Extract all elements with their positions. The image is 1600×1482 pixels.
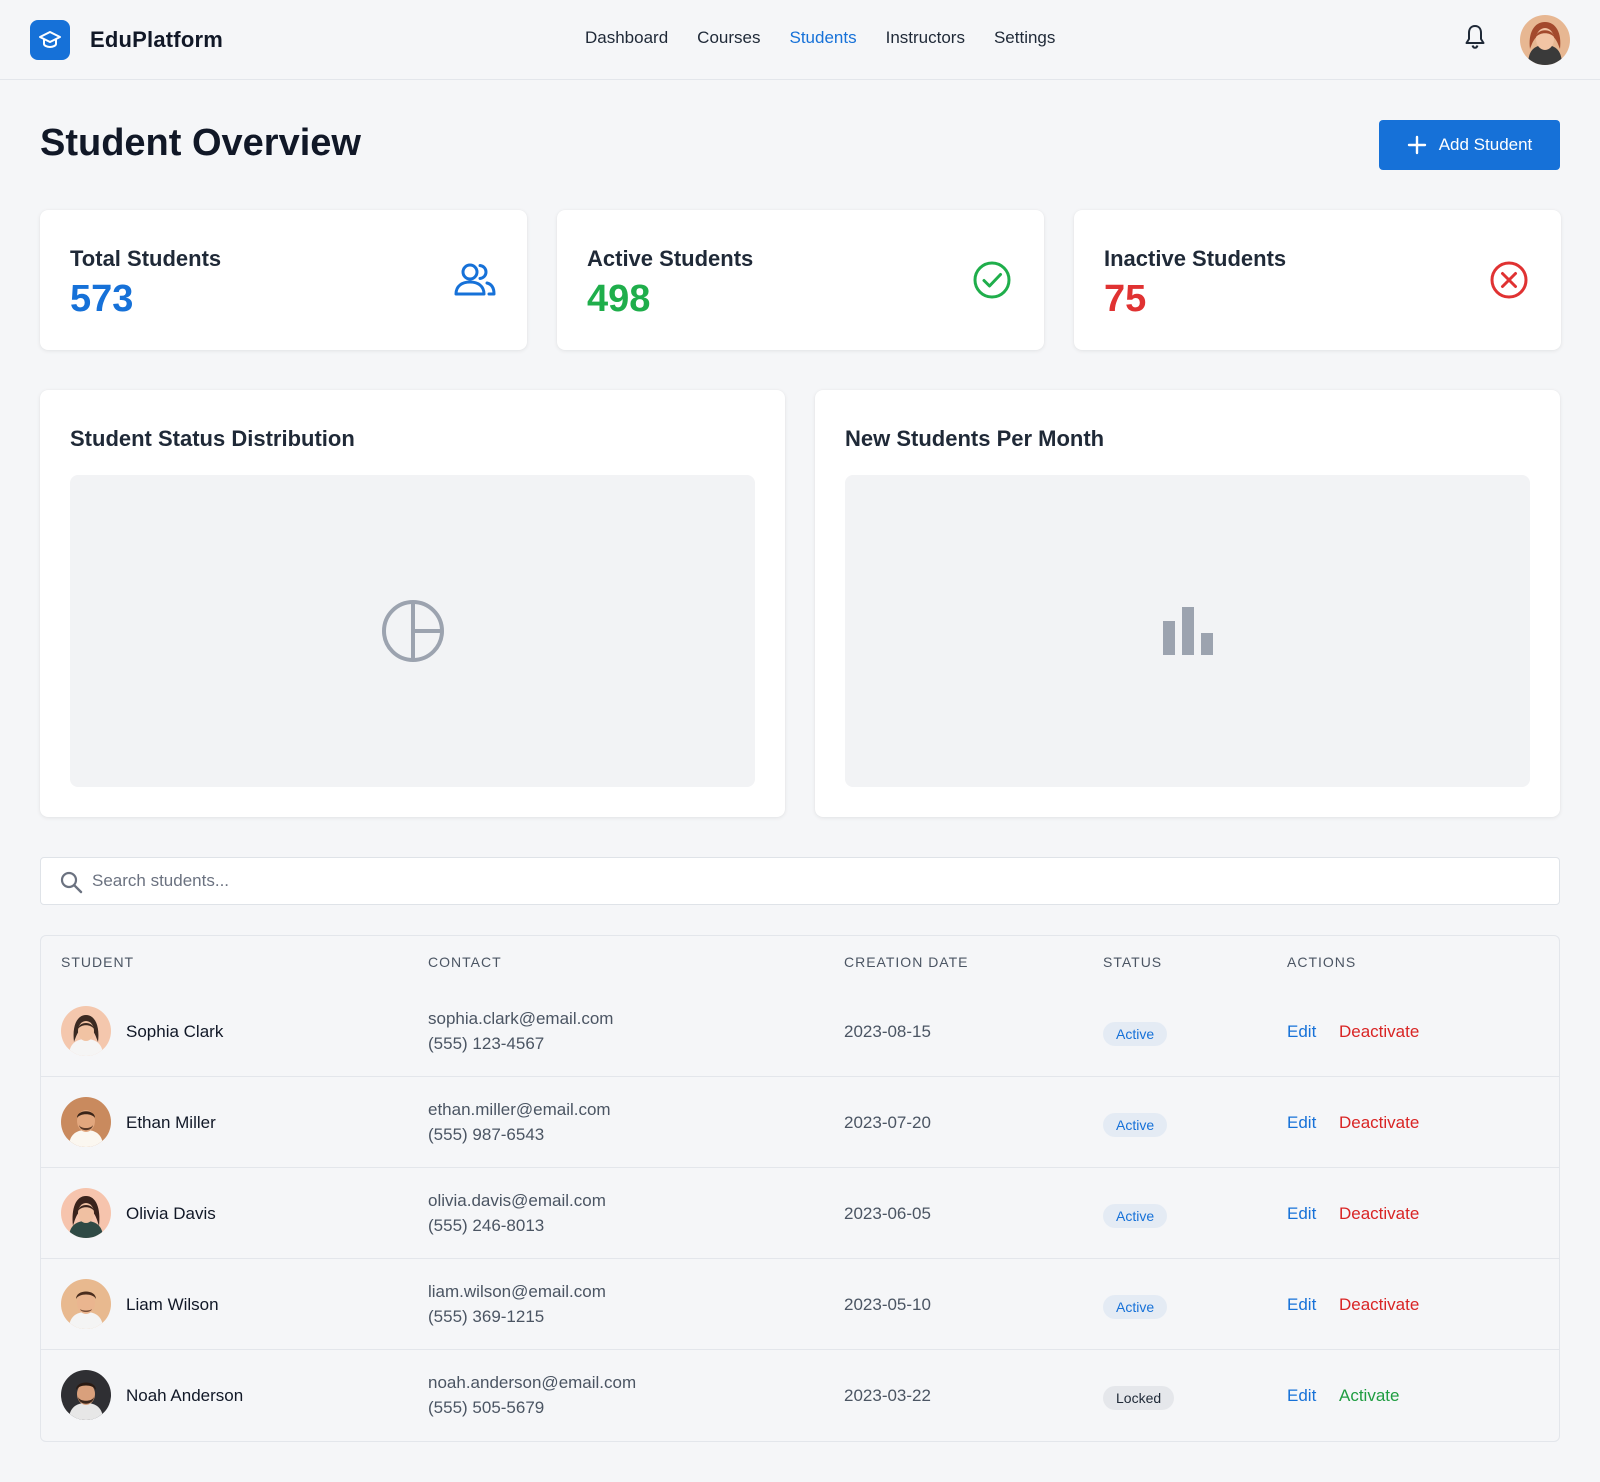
inactive-students-label: Inactive Students: [1104, 246, 1287, 271]
student-name: Olivia Davis: [126, 1204, 216, 1223]
column-header-status: Status: [1103, 954, 1163, 970]
search-icon: [60, 871, 83, 894]
new-students-chart: [845, 475, 1530, 787]
check-circle-icon: [970, 258, 1014, 302]
bell-icon[interactable]: [1462, 22, 1488, 52]
student-email: sophia.clark@email.com: [428, 1009, 614, 1028]
student-email: ethan.miller@email.com: [428, 1100, 611, 1119]
nav-dashboard[interactable]: Dashboard: [585, 28, 668, 48]
status-badge: Active: [1103, 1022, 1168, 1046]
edit-link[interactable]: Edit: [1287, 1022, 1316, 1042]
status-distribution-chart: [70, 475, 755, 787]
search-input[interactable]: [91, 858, 1541, 904]
x-circle-icon: [1487, 258, 1531, 302]
status-badge: Active: [1103, 1113, 1168, 1137]
bar-chart-icon: [1162, 607, 1213, 655]
student-avatar: [61, 1279, 111, 1329]
active-students-card: Active Students 498: [557, 210, 1044, 350]
student-avatar: [61, 1188, 111, 1238]
column-header-contact: Contact: [428, 954, 502, 970]
student-name: Noah Anderson: [126, 1386, 244, 1405]
pie-chart-icon: [381, 600, 444, 662]
student-name: Sophia Clark: [126, 1022, 224, 1041]
student-avatar: [61, 1097, 111, 1147]
student-avatar: [61, 1370, 111, 1420]
table-row: Olivia Davis olivia.davis@email.com (555…: [41, 1168, 1559, 1259]
edit-link[interactable]: Edit: [1287, 1295, 1316, 1315]
deactivate-link[interactable]: Deactivate: [1339, 1113, 1419, 1133]
active-students-value: 498: [587, 278, 651, 320]
main-nav: Dashboard Courses Students Instructors S…: [585, 28, 1055, 48]
edit-link[interactable]: Edit: [1287, 1204, 1316, 1224]
student-name: Liam Wilson: [126, 1295, 219, 1314]
new-students-card: New Students Per Month: [815, 390, 1560, 817]
student-phone: (555) 123-4567: [428, 1034, 545, 1053]
add-student-label: Add Student: [1438, 135, 1533, 154]
creation-date: 2023-08-15: [844, 1022, 931, 1041]
inactive-students-card: Inactive Students 75: [1074, 210, 1561, 350]
column-header-actions: Actions: [1287, 954, 1357, 970]
brand-name[interactable]: EduPlatform: [90, 27, 223, 53]
student-phone: (555) 987-6543: [428, 1125, 545, 1144]
page-title: Student Overview: [40, 122, 361, 164]
status-badge: Active: [1103, 1204, 1168, 1228]
table-row: Liam Wilson liam.wilson@email.com (555) …: [41, 1259, 1559, 1350]
status-distribution-title: Student Status Distribution: [70, 426, 355, 451]
edit-link[interactable]: Edit: [1287, 1386, 1316, 1406]
student-email: liam.wilson@email.com: [428, 1282, 606, 1301]
creation-date: 2023-06-05: [844, 1204, 931, 1223]
deactivate-link[interactable]: Deactivate: [1339, 1022, 1419, 1042]
student-name: Ethan Miller: [126, 1113, 216, 1132]
users-icon: [453, 258, 497, 302]
student-phone: (555) 369-1215: [428, 1307, 545, 1326]
inactive-students-value: 75: [1104, 278, 1147, 320]
student-avatar: [61, 1006, 111, 1056]
student-email: olivia.davis@email.com: [428, 1191, 606, 1210]
student-phone: (555) 505-5679: [428, 1398, 545, 1417]
nav-students[interactable]: Students: [789, 28, 856, 48]
student-phone: (555) 246-8013: [428, 1216, 545, 1235]
nav-instructors[interactable]: Instructors: [886, 28, 965, 48]
creation-date: 2023-03-22: [844, 1386, 931, 1405]
search-bar: [40, 857, 1560, 905]
table-row: Ethan Miller ethan.miller@email.com (555…: [41, 1077, 1559, 1168]
table-header: Student Contact Creation Date Status Act…: [41, 936, 1559, 986]
deactivate-link[interactable]: Deactivate: [1339, 1295, 1419, 1315]
total-students-card: Total Students 573: [40, 210, 527, 350]
active-students-label: Active Students: [587, 246, 754, 271]
students-table: Student Contact Creation Date Status Act…: [40, 935, 1560, 1442]
column-header-student: Student: [61, 954, 135, 970]
top-navigation-bar: EduPlatform Dashboard Courses Students I…: [0, 0, 1600, 80]
status-badge: Locked: [1103, 1386, 1175, 1410]
total-students-label: Total Students: [70, 246, 222, 271]
deactivate-link[interactable]: Deactivate: [1339, 1204, 1419, 1224]
nav-settings[interactable]: Settings: [994, 28, 1055, 48]
table-row: Noah Anderson noah.anderson@email.com (5…: [41, 1350, 1559, 1441]
status-badge: Active: [1103, 1295, 1168, 1319]
user-avatar[interactable]: [1520, 15, 1570, 65]
status-distribution-card: Student Status Distribution: [40, 390, 785, 817]
student-email: noah.anderson@email.com: [428, 1373, 637, 1392]
graduation-cap-icon[interactable]: [30, 20, 70, 60]
creation-date: 2023-07-20: [844, 1113, 931, 1132]
total-students-value: 573: [70, 278, 134, 320]
nav-courses[interactable]: Courses: [697, 28, 760, 48]
new-students-title: New Students Per Month: [845, 426, 1105, 451]
edit-link[interactable]: Edit: [1287, 1113, 1316, 1133]
plus-icon: [1407, 135, 1426, 155]
creation-date: 2023-05-10: [844, 1295, 931, 1314]
activate-link[interactable]: Activate: [1339, 1386, 1399, 1406]
table-row: Sophia Clark sophia.clark@email.com (555…: [41, 986, 1559, 1077]
column-header-creation-date: Creation Date: [844, 954, 969, 970]
add-student-button[interactable]: Add Student: [1379, 120, 1560, 170]
